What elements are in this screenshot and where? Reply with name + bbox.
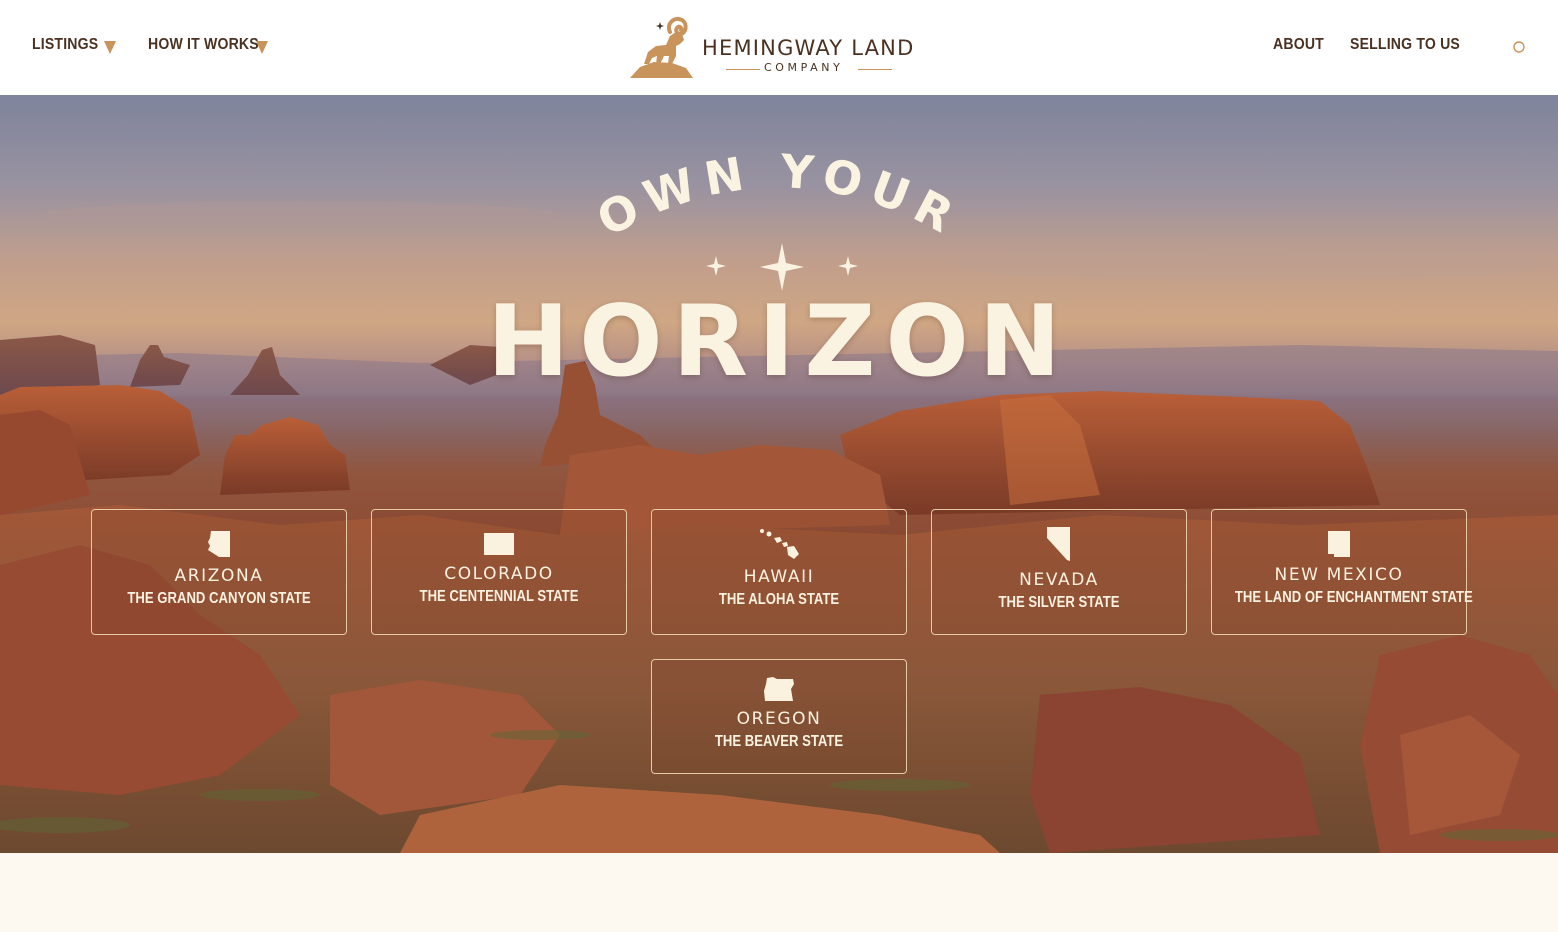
hero-section: OWN YOUR HORIZON ARIZONA THE GRAND CANYO… bbox=[0, 95, 1558, 853]
state-name: COLORADO bbox=[444, 564, 554, 584]
state-nickname: THE LAND OF ENCHANTMENT STATE bbox=[1234, 589, 1473, 606]
listings-chevron-down-icon[interactable] bbox=[104, 41, 116, 54]
how-it-works-chevron-down-icon[interactable] bbox=[256, 41, 268, 54]
state-card-hawaii[interactable]: HAWAII THE ALOHA STATE bbox=[651, 509, 907, 635]
logo-sub: COMPANY bbox=[764, 61, 844, 74]
nav-about[interactable]: ABOUT bbox=[1273, 36, 1324, 54]
hero-arc-label: OWN YOUR bbox=[588, 144, 960, 247]
svg-text:OWN YOUR: OWN YOUR bbox=[588, 144, 969, 247]
state-card-new-mexico[interactable]: NEW MEXICO THE LAND OF ENCHANTMENT STATE bbox=[1211, 509, 1473, 635]
search-icon[interactable] bbox=[1512, 40, 1526, 54]
nav-listings[interactable]: LISTINGS bbox=[32, 36, 98, 54]
hawaii-shape-icon bbox=[760, 529, 799, 559]
content-section-start bbox=[0, 853, 1558, 932]
oregon-shape-icon bbox=[764, 677, 794, 701]
state-card-arizona[interactable]: ARIZONA THE GRAND CANYON STATE bbox=[91, 509, 347, 635]
state-name: ARIZONA bbox=[174, 566, 264, 586]
logo-divider-right bbox=[858, 69, 892, 70]
site-header: LISTINGS HOW IT WORKS HEMINGWAY LAND COM… bbox=[0, 0, 1558, 95]
hero-title: HORIZON bbox=[487, 285, 1071, 399]
nevada-shape-icon bbox=[1047, 527, 1070, 561]
state-nickname: THE CENTENNIAL STATE bbox=[419, 588, 579, 605]
state-name: NEVADA bbox=[1019, 570, 1099, 590]
state-card-oregon[interactable]: OREGON THE BEAVER STATE bbox=[651, 659, 907, 774]
nav-selling-to-us[interactable]: SELLING TO US bbox=[1350, 36, 1460, 54]
logo-name: HEMINGWAY LAND bbox=[702, 36, 915, 60]
logo-divider-left bbox=[726, 69, 760, 70]
state-name: HAWAII bbox=[743, 567, 815, 587]
state-nickname: THE BEAVER STATE bbox=[714, 733, 844, 750]
state-card-colorado[interactable]: COLORADO THE CENTENNIAL STATE bbox=[371, 509, 627, 635]
state-card-nevada[interactable]: NEVADA THE SILVER STATE bbox=[931, 509, 1187, 635]
arizona-shape-icon bbox=[208, 531, 230, 557]
state-name: NEW MEXICO bbox=[1274, 565, 1404, 585]
state-nickname: THE ALOHA STATE bbox=[718, 591, 840, 608]
new-mexico-shape-icon bbox=[1328, 531, 1350, 557]
state-name: OREGON bbox=[736, 709, 822, 729]
nav-how-it-works[interactable]: HOW IT WORKS bbox=[148, 36, 259, 54]
state-nickname: THE GRAND CANYON STATE bbox=[127, 590, 311, 607]
colorado-shape-icon bbox=[484, 533, 514, 555]
bighorn-ram-logo-icon bbox=[630, 17, 693, 78]
logo[interactable]: HEMINGWAY LAND COMPANY bbox=[626, 12, 926, 82]
state-nickname: THE SILVER STATE bbox=[998, 594, 1120, 611]
